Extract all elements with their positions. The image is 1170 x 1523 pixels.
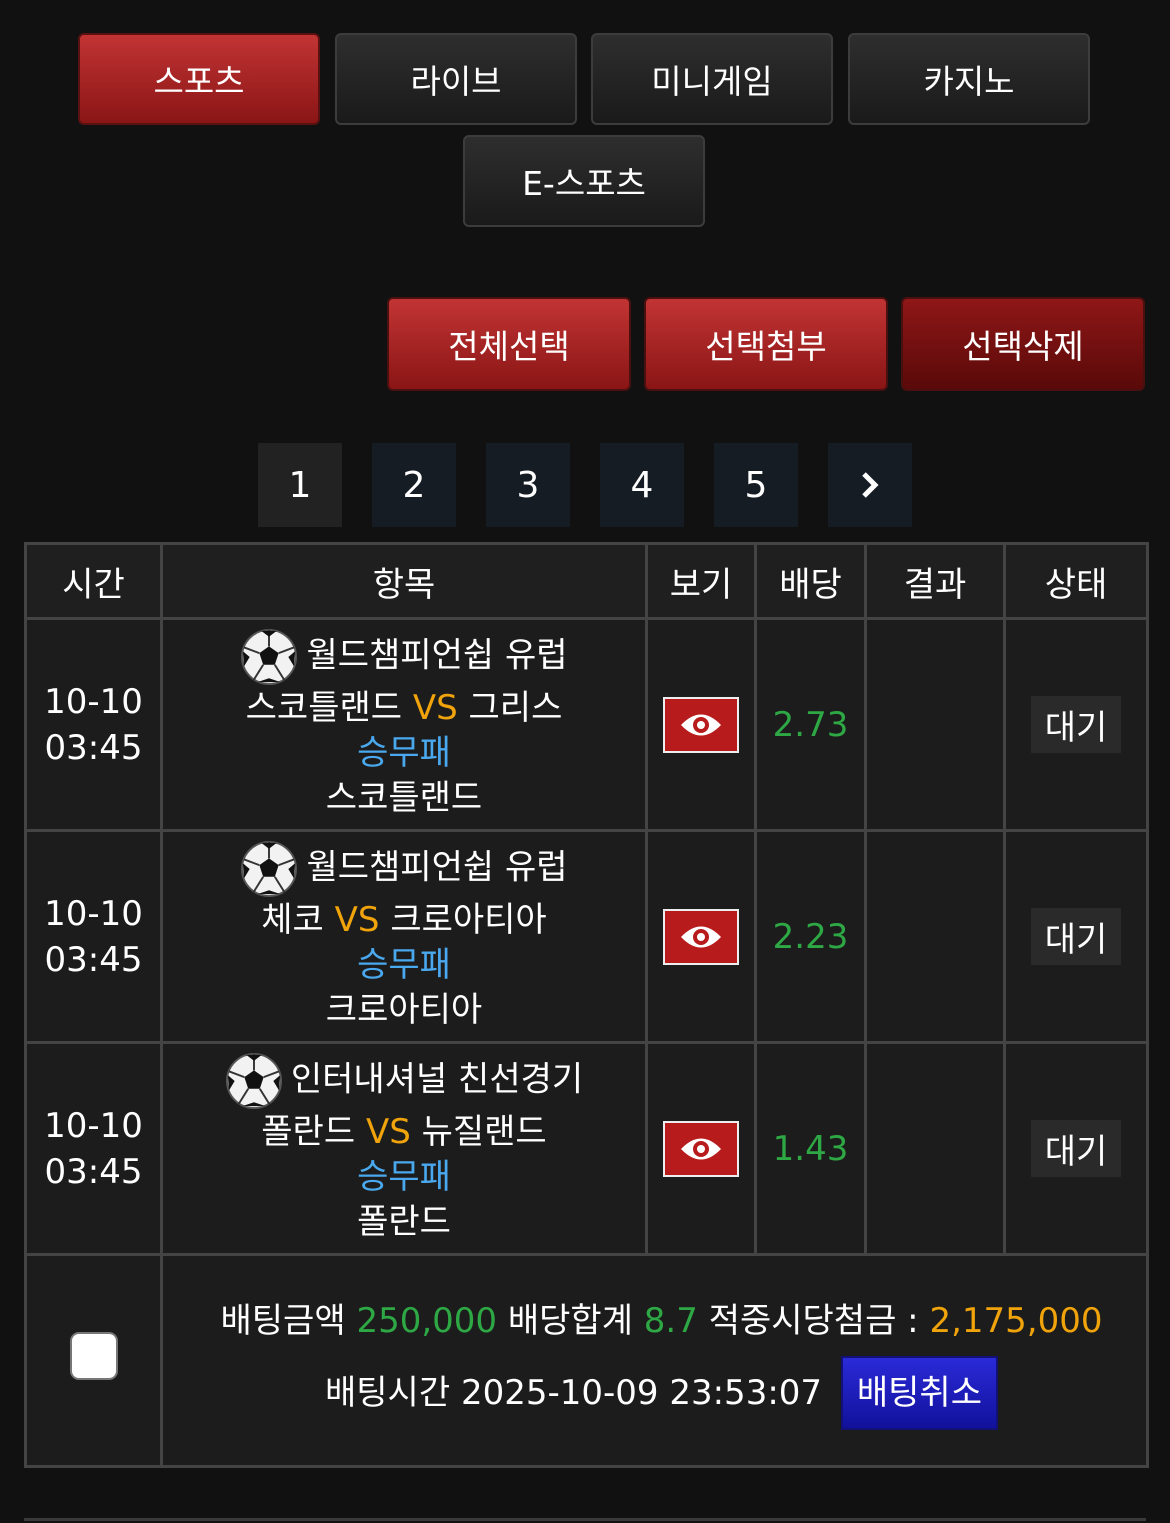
view-cell: [645, 617, 757, 832]
cancel-bet-button[interactable]: 배팅취소: [840, 1355, 998, 1430]
header-odds: 배당: [754, 542, 867, 620]
time-cell: 10-10 03:45: [24, 829, 163, 1044]
summary-cell: 배팅금액 250,000 배당합계 8.7 적중시당첨금 : 2,175,000…: [160, 1253, 1149, 1468]
result-cell: [864, 1041, 1006, 1256]
match-time: 03:45: [44, 727, 143, 768]
header-status: 상태: [1003, 542, 1149, 620]
page-1-button[interactable]: 1: [258, 443, 342, 527]
view-detail-button[interactable]: [663, 908, 739, 965]
view-detail-button[interactable]: [663, 696, 739, 753]
bet-amount-label: 배팅금액: [220, 1300, 346, 1341]
time-cell: 10-10 03:45: [24, 1041, 163, 1256]
odds-total-label: 배당합계: [507, 1300, 633, 1341]
bet-amount: 250,000: [356, 1300, 498, 1341]
next-page-button[interactable]: [828, 443, 912, 527]
match-time: 03:45: [44, 1151, 143, 1192]
page-2-button[interactable]: 2: [372, 443, 456, 527]
eye-icon: [681, 1138, 721, 1159]
view-detail-button[interactable]: [663, 1120, 739, 1177]
away-team: 크로아티아: [390, 900, 547, 940]
page-4-button[interactable]: 4: [600, 443, 684, 527]
market-type: 승무패: [357, 1157, 451, 1197]
match-teams: 체코 VS 크로아티아: [163, 898, 645, 943]
table-row: 10-10 03:45 월드챔피언쉽 유럽 스코틀랜드 VS 그리스 승무패 스…: [24, 617, 1149, 832]
market-type: 승무패: [357, 733, 451, 773]
table-row: 10-10 03:45 인터내셔널 친선경기 폴란드 VS 뉴질랜드 승무패 폴…: [24, 1041, 1149, 1256]
odds-cell: 2.23: [754, 829, 867, 1044]
odds-cell: 2.73: [754, 617, 867, 832]
bet-time: 2025-10-09 23:53:07: [460, 1372, 823, 1413]
item-cell: 월드챔피언쉽 유럽 체코 VS 크로아티아 승무패 크로아티아: [160, 829, 648, 1044]
match-teams: 폴란드 VS 뉴질랜드: [163, 1110, 645, 1155]
pick-name: 크로아티아: [325, 990, 483, 1030]
bet-time-label: 배팅시간: [325, 1372, 451, 1413]
view-cell: [645, 1041, 757, 1256]
status-cell: 대기: [1003, 1041, 1149, 1256]
match-date: 10-10: [44, 1105, 143, 1146]
summary-amounts: 배팅금액 250,000 배당합계 8.7 적중시당첨금 : 2,175,000: [177, 1292, 1146, 1350]
league-name: 월드챔피언쉽 유럽: [306, 635, 568, 676]
away-team: 그리스: [468, 688, 563, 728]
table-row: 10-10 03:45 월드챔피언쉽 유럽 체코 VS 크로아티아 승무패 크로…: [24, 829, 1149, 1044]
match-teams: 스코틀랜드 VS 그리스: [163, 686, 645, 731]
vs-label: VS: [412, 688, 458, 728]
item-cell: 인터내셔널 친선경기 폴란드 VS 뉴질랜드 승무패 폴란드: [160, 1041, 648, 1256]
table-header-row: 시간 항목 보기 배당 결과 상태: [24, 542, 1149, 620]
header-time: 시간: [24, 542, 163, 620]
chevron-right-icon: [862, 472, 879, 498]
away-team: 뉴질랜드: [421, 1112, 547, 1152]
status-badge: 대기: [1030, 1120, 1122, 1177]
eye-icon: [681, 926, 721, 947]
tab-minigame[interactable]: 미니게임: [591, 33, 833, 125]
result-cell: [864, 617, 1006, 832]
home-team: 폴란드: [261, 1112, 356, 1152]
vs-label: VS: [334, 900, 380, 940]
page-3-button[interactable]: 3: [486, 443, 570, 527]
tab-casino[interactable]: 카지노: [848, 33, 1090, 125]
league-name: 인터내셔널 친선경기: [290, 1059, 584, 1100]
item-cell: 월드챔피언쉽 유럽 스코틀랜드 VS 그리스 승무패 스코틀랜드: [160, 617, 648, 832]
select-cell: [24, 1253, 163, 1468]
status-cell: 대기: [1003, 829, 1149, 1044]
status-badge: 대기: [1030, 696, 1122, 753]
header-view: 보기: [645, 542, 757, 620]
tab-esports[interactable]: E-스포츠: [463, 135, 705, 227]
pick-name: 폴란드: [357, 1202, 451, 1242]
view-cell: [645, 829, 757, 1044]
bet-history-table: 시간 항목 보기 배당 결과 상태 10-10 03:45 월드챔피언쉽 유럽 …: [24, 542, 1149, 1468]
summary-time: 배팅시간 2025-10-09 23:53:07 배팅취소: [177, 1355, 1146, 1430]
odds-cell: 1.43: [754, 1041, 867, 1256]
match-time: 03:45: [44, 939, 143, 980]
match-date: 10-10: [44, 681, 143, 722]
bottom-divider: [24, 1518, 1146, 1521]
soccer-ball-icon: [225, 1052, 282, 1110]
home-team: 스코틀랜드: [245, 688, 403, 728]
time-cell: 10-10 03:45: [24, 617, 163, 832]
result-cell: [864, 829, 1006, 1044]
bet-summary-row: 배팅금액 250,000 배당합계 8.7 적중시당첨금 : 2,175,000…: [24, 1253, 1149, 1468]
market-type: 승무패: [357, 945, 451, 985]
soccer-ball-icon: [241, 840, 298, 898]
status-cell: 대기: [1003, 617, 1149, 832]
vs-label: VS: [365, 1112, 411, 1152]
win-amount-label: 적중시당첨금 :: [708, 1300, 919, 1341]
bet-select-checkbox[interactable]: [69, 1332, 118, 1380]
select-all-button[interactable]: 전체선택: [387, 297, 631, 391]
win-amount: 2,175,000: [929, 1300, 1103, 1341]
league-name: 월드챔피언쉽 유럽: [306, 847, 568, 888]
attach-selected-button[interactable]: 선택첨부: [644, 297, 888, 391]
delete-selected-button[interactable]: 선택삭제: [901, 297, 1145, 391]
odds-total: 8.7: [643, 1300, 698, 1341]
eye-icon: [681, 714, 721, 735]
status-badge: 대기: [1030, 908, 1122, 965]
tab-sports[interactable]: 스포츠: [78, 33, 320, 125]
header-item: 항목: [160, 542, 648, 620]
home-team: 체코: [261, 900, 324, 940]
header-result: 결과: [864, 542, 1006, 620]
tab-live[interactable]: 라이브: [335, 33, 577, 125]
match-date: 10-10: [44, 893, 143, 934]
soccer-ball-icon: [241, 628, 298, 686]
page-5-button[interactable]: 5: [714, 443, 798, 527]
pick-name: 스코틀랜드: [325, 778, 483, 818]
